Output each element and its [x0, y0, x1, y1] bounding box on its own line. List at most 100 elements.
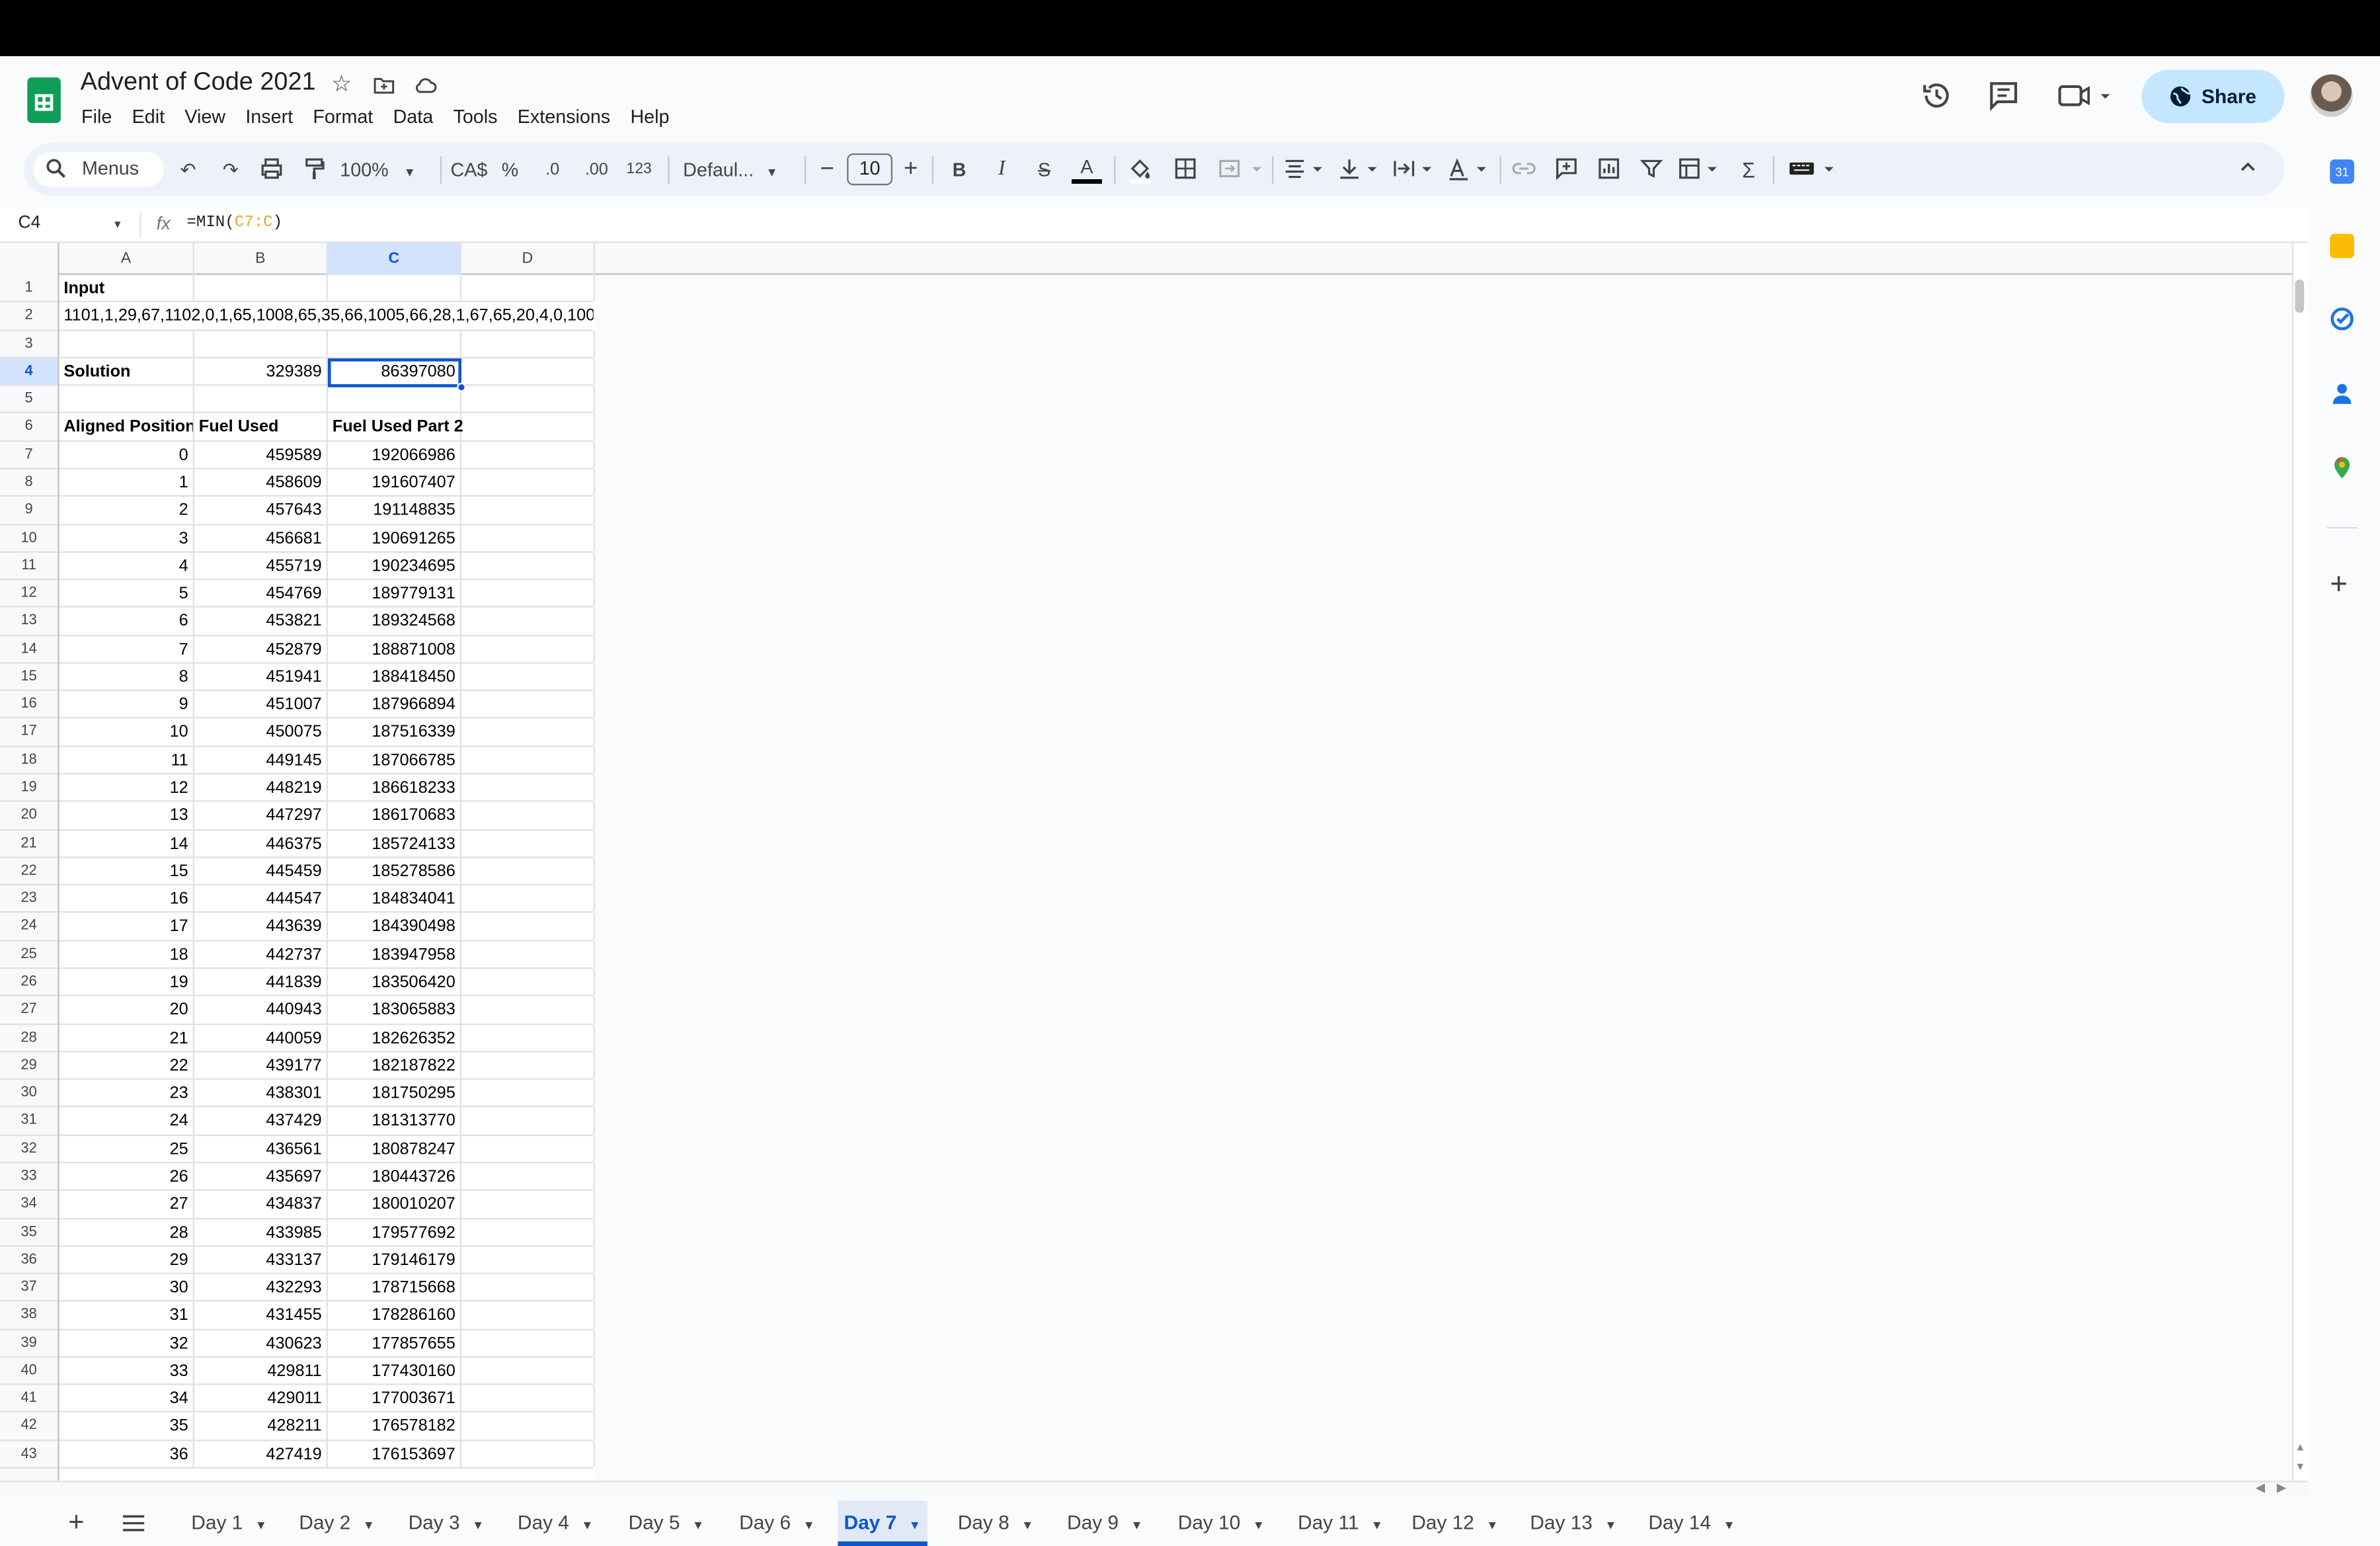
- chevron-down-icon[interactable]: ▼: [1371, 1519, 1383, 1533]
- name-box-chevron-down-icon[interactable]: ▼: [112, 220, 123, 231]
- cell-d-39[interactable]: [461, 1330, 596, 1356]
- all-sheets-list-icon[interactable]: [122, 1512, 146, 1539]
- menu-tools[interactable]: Tools: [443, 104, 507, 129]
- row-header[interactable]: 29: [0, 1052, 58, 1080]
- cell-a-3[interactable]: [60, 330, 194, 357]
- increase-font-size-button[interactable]: +: [900, 157, 921, 184]
- cell-b-17[interactable]: 450075: [194, 719, 328, 746]
- cell-a-34[interactable]: 27: [60, 1191, 194, 1217]
- undo-icon[interactable]: ↶: [175, 157, 202, 184]
- chevron-down-icon[interactable]: ▼: [803, 1519, 814, 1533]
- row-header[interactable]: 6: [0, 414, 58, 442]
- scroll-left-icon[interactable]: ◀: [2256, 1481, 2265, 1494]
- star-icon[interactable]: ☆: [329, 72, 354, 97]
- cell-d-7[interactable]: [461, 441, 596, 468]
- row-header[interactable]: 2: [0, 303, 58, 331]
- fill-handle[interactable]: [457, 382, 466, 392]
- maps-icon[interactable]: [2330, 456, 2354, 480]
- row-header[interactable]: 38: [0, 1302, 58, 1330]
- cell-c-37[interactable]: 178715668: [328, 1274, 461, 1301]
- cell-area[interactable]: Input 1101,1,29,67,1102,0,1,65,1008,65,35…: [59, 274, 596, 1481]
- cell-c-42[interactable]: 176578182: [328, 1412, 461, 1440]
- row-header[interactable]: 23: [0, 885, 58, 914]
- document-title[interactable]: Advent of Code 2021: [81, 68, 316, 97]
- sheet-tab[interactable]: Day 3 ▼: [402, 1500, 490, 1546]
- chevron-down-icon[interactable]: ▼: [1021, 1519, 1033, 1533]
- cell-a-39[interactable]: 32: [60, 1330, 194, 1356]
- cell-a-7[interactable]: 0: [60, 441, 194, 468]
- scroll-right-icon[interactable]: ▶: [2277, 1481, 2286, 1494]
- cell-b-19[interactable]: 448219: [194, 774, 328, 801]
- menu-insert[interactable]: Insert: [235, 104, 303, 129]
- cell-c-30[interactable]: 181750295: [328, 1080, 461, 1106]
- cell-c-26[interactable]: 183506420: [328, 969, 461, 995]
- cell-a-17[interactable]: 10: [60, 719, 194, 746]
- cell-c-17[interactable]: 187516339: [328, 719, 461, 746]
- cell-b-12[interactable]: 454769: [194, 580, 328, 607]
- scroll-down-icon[interactable]: ▼: [2295, 1463, 2305, 1473]
- cell-c-25[interactable]: 183947958: [328, 941, 461, 967]
- row-header[interactable]: 36: [0, 1246, 58, 1275]
- cell-a-9[interactable]: 2: [60, 497, 194, 524]
- cell-c-20[interactable]: 186170683: [328, 802, 461, 829]
- zoom-select[interactable]: 100% ▼: [340, 157, 428, 184]
- row-header[interactable]: 7: [0, 442, 58, 469]
- cell-b-20[interactable]: 447297: [194, 802, 328, 829]
- row-header[interactable]: 20: [0, 802, 58, 831]
- filter-icon[interactable]: [1638, 157, 1665, 184]
- chevron-down-icon[interactable]: ▼: [1486, 1519, 1498, 1533]
- cell-c-32[interactable]: 180878247: [328, 1135, 461, 1162]
- calendar-icon[interactable]: 31: [2330, 159, 2354, 184]
- cell-b-26[interactable]: 441839: [194, 969, 328, 995]
- row-header[interactable]: 19: [0, 774, 58, 803]
- cell-a-13[interactable]: 6: [60, 608, 194, 635]
- move-folder-icon[interactable]: [372, 73, 397, 97]
- cell-b-31[interactable]: 437429: [194, 1108, 328, 1134]
- cell-c-3[interactable]: [328, 330, 461, 357]
- cell-a-5[interactable]: [60, 386, 194, 413]
- insert-link-icon[interactable]: [1510, 157, 1537, 184]
- row-header[interactable]: 17: [0, 719, 58, 747]
- cell-d-22[interactable]: [461, 858, 596, 884]
- cell-d-1[interactable]: [461, 274, 596, 302]
- cell-b-1[interactable]: [194, 274, 328, 302]
- cell-d-38[interactable]: [461, 1302, 596, 1328]
- cell-b-14[interactable]: 452879: [194, 635, 328, 663]
- sheet-tab[interactable]: Day 6 ▼: [733, 1500, 821, 1546]
- cell-d-4[interactable]: [461, 358, 596, 385]
- horizontal-align-icon[interactable]: [1283, 157, 1328, 184]
- cell-c-24[interactable]: 184390498: [328, 913, 461, 940]
- chevron-down-icon[interactable]: ▼: [581, 1519, 593, 1533]
- cell-c-38[interactable]: 178286160: [328, 1302, 461, 1328]
- cell-b-16[interactable]: 451007: [194, 691, 328, 718]
- cell-c-29[interactable]: 182187822: [328, 1052, 461, 1078]
- cell-b-22[interactable]: 445459: [194, 858, 328, 884]
- more-formats-button[interactable]: 123: [622, 157, 656, 184]
- cell-d-42[interactable]: [461, 1412, 596, 1440]
- row-header[interactable]: 25: [0, 941, 58, 969]
- tasks-icon[interactable]: [2330, 307, 2354, 331]
- cell-d-40[interactable]: [461, 1357, 596, 1384]
- cell-b-35[interactable]: 433985: [194, 1219, 328, 1245]
- comments-icon[interactable]: [1987, 79, 2020, 112]
- row-header[interactable]: 41: [0, 1385, 58, 1413]
- cell-d-23[interactable]: [461, 885, 596, 912]
- cell-a-26[interactable]: 19: [60, 969, 194, 995]
- cell-c-36[interactable]: 179146179: [328, 1246, 461, 1273]
- row-header[interactable]: 11: [0, 553, 58, 581]
- sheet-tab[interactable]: Day 10 ▼: [1171, 1500, 1271, 1546]
- currency-format-button[interactable]: CA$: [450, 157, 489, 184]
- row-header[interactable]: 8: [0, 469, 58, 497]
- cell-a-30[interactable]: 23: [60, 1080, 194, 1106]
- cell-a-8[interactable]: 1: [60, 469, 194, 496]
- cell-b-30[interactable]: 438301: [194, 1080, 328, 1106]
- input-tools-icon[interactable]: [1786, 157, 1841, 184]
- cell-b-42[interactable]: 428211: [194, 1412, 328, 1440]
- cell-c-9[interactable]: 191148835: [328, 497, 461, 524]
- cell-d-30[interactable]: [461, 1080, 596, 1106]
- cell-c-27[interactable]: 183065883: [328, 997, 461, 1023]
- percent-format-button[interactable]: %: [498, 157, 522, 184]
- row-header[interactable]: 40: [0, 1358, 58, 1385]
- cell-b-27[interactable]: 440943: [194, 997, 328, 1023]
- sheet-tab[interactable]: Day 12 ▼: [1406, 1500, 1505, 1546]
